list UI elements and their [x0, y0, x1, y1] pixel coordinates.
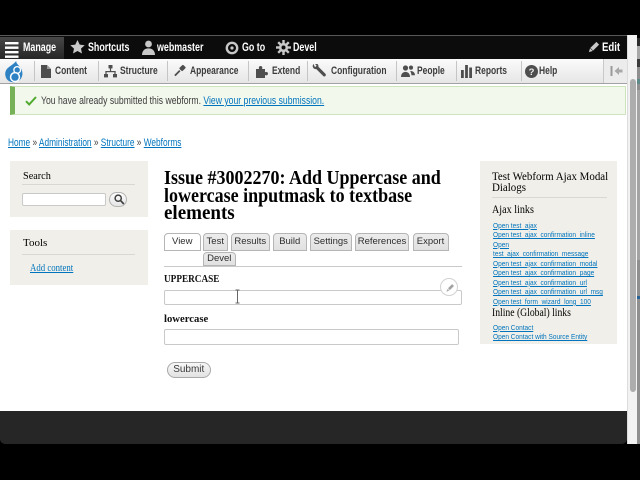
svg-text:?: ? [529, 67, 535, 78]
